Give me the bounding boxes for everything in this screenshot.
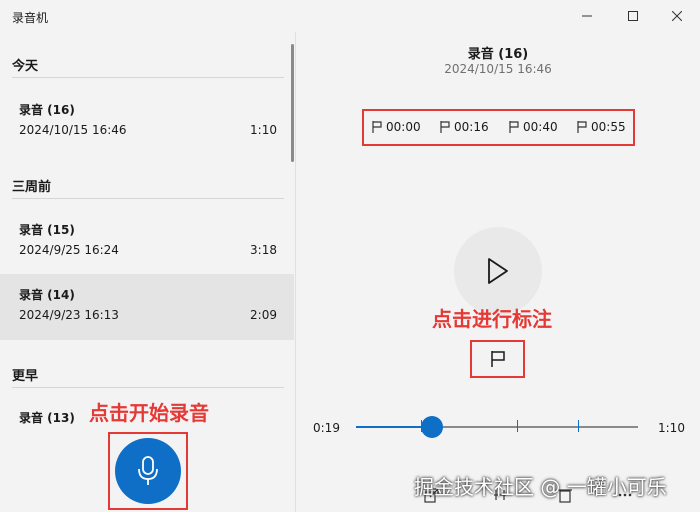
recording-name: 录音 (16) xyxy=(19,103,75,117)
marker-item[interactable]: 00:16 xyxy=(440,120,489,134)
current-time: 0:19 xyxy=(313,421,340,435)
flag-icon xyxy=(440,121,450,133)
app-title: 录音机 xyxy=(12,11,49,25)
close-icon xyxy=(672,11,682,21)
title-bar: 录音机 xyxy=(0,0,700,32)
marker-tick xyxy=(577,420,579,432)
divider xyxy=(12,198,284,199)
marker-time: 00:00 xyxy=(386,120,421,134)
list-item-recording-15[interactable]: 录音 (15) 2024/9/25 16:24 3:18 xyxy=(0,209,294,275)
marker-list: 00:00 00:16 00:40 00:55 xyxy=(362,109,635,146)
microphone-icon xyxy=(138,456,158,485)
recording-name: 录音 (13) xyxy=(19,411,75,425)
recording-duration: 2:09 xyxy=(250,308,277,322)
recording-name: 录音 (15) xyxy=(19,223,75,237)
play-icon xyxy=(488,258,508,284)
recording-date: 2024/10/15 16:46 xyxy=(19,123,127,137)
section-heading-three-weeks-ago: 三周前 xyxy=(12,180,52,195)
watermark: 掘金技术社区 @ 一罐小可乐 xyxy=(414,475,667,499)
playback-thumb[interactable] xyxy=(421,416,444,438)
marker-tick xyxy=(517,420,519,432)
marker-time: 00:40 xyxy=(523,120,558,134)
recording-date-detail: 2024/10/15 16:46 xyxy=(444,62,552,76)
list-item-recording-14[interactable]: 录音 (14) 2024/9/23 16:13 2:09 xyxy=(0,274,294,340)
flag-icon xyxy=(509,121,519,133)
recording-duration: 1:10 xyxy=(250,123,277,137)
flag-icon xyxy=(372,121,382,133)
close-button[interactable] xyxy=(654,0,700,32)
list-item-recording-16[interactable]: 录音 (16) 2024/10/15 16:46 1:10 xyxy=(0,89,294,155)
section-heading-today: 今天 xyxy=(12,59,39,74)
marker-time: 00:16 xyxy=(454,120,489,134)
recording-date: 2024/9/23 16:13 xyxy=(19,308,119,322)
scrollbar[interactable] xyxy=(291,44,294,162)
record-annotation: 点击开始录音 xyxy=(89,401,209,425)
recording-duration: 3:18 xyxy=(250,243,277,257)
maximize-icon xyxy=(628,11,638,21)
marker-item[interactable]: 00:40 xyxy=(509,120,558,134)
play-button[interactable] xyxy=(454,227,542,315)
flag-icon xyxy=(577,121,587,133)
marker-item[interactable]: 00:00 xyxy=(372,120,421,134)
minimize-icon xyxy=(582,15,592,17)
pane-divider xyxy=(295,32,296,512)
record-button[interactable] xyxy=(115,438,181,504)
total-time: 1:10 xyxy=(658,421,685,435)
minimize-button[interactable] xyxy=(564,0,610,32)
marker-time: 00:55 xyxy=(591,120,626,134)
marker-item[interactable]: 00:55 xyxy=(577,120,626,134)
divider xyxy=(12,77,284,78)
maximize-button[interactable] xyxy=(610,0,656,32)
recording-title: 录音 (16) xyxy=(467,47,529,62)
flag-icon xyxy=(490,351,505,367)
playback-slider[interactable] xyxy=(356,416,638,438)
section-heading-earlier: 更早 xyxy=(12,369,39,384)
recording-date: 2024/9/25 16:24 xyxy=(19,243,119,257)
add-marker-button[interactable] xyxy=(470,340,525,378)
marker-annotation: 点击进行标注 xyxy=(432,307,552,331)
divider xyxy=(12,387,284,388)
recording-name: 录音 (14) xyxy=(19,288,75,302)
